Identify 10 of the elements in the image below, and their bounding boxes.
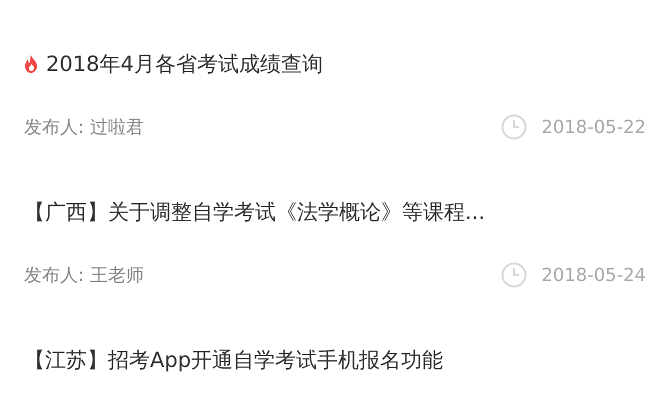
publisher-text: 发布人: 王老师 bbox=[24, 264, 144, 287]
publish-date: 2018-05-22 bbox=[541, 116, 646, 138]
clock-icon bbox=[501, 114, 528, 140]
flame-icon bbox=[24, 55, 38, 73]
publish-date: 2018-05-24 bbox=[541, 264, 646, 286]
clock-icon bbox=[501, 262, 528, 288]
publisher-text: 发布人: 过啦君 bbox=[24, 116, 144, 139]
notice-title[interactable]: 【江苏】招考App开通自学考试手机报名功能 bbox=[24, 346, 444, 374]
notice-title[interactable]: 2018年4月各省考试成绩查询 bbox=[46, 50, 323, 78]
notice-title[interactable]: 【广西】关于调整自学考试《法学概论》等课程... bbox=[24, 198, 486, 226]
